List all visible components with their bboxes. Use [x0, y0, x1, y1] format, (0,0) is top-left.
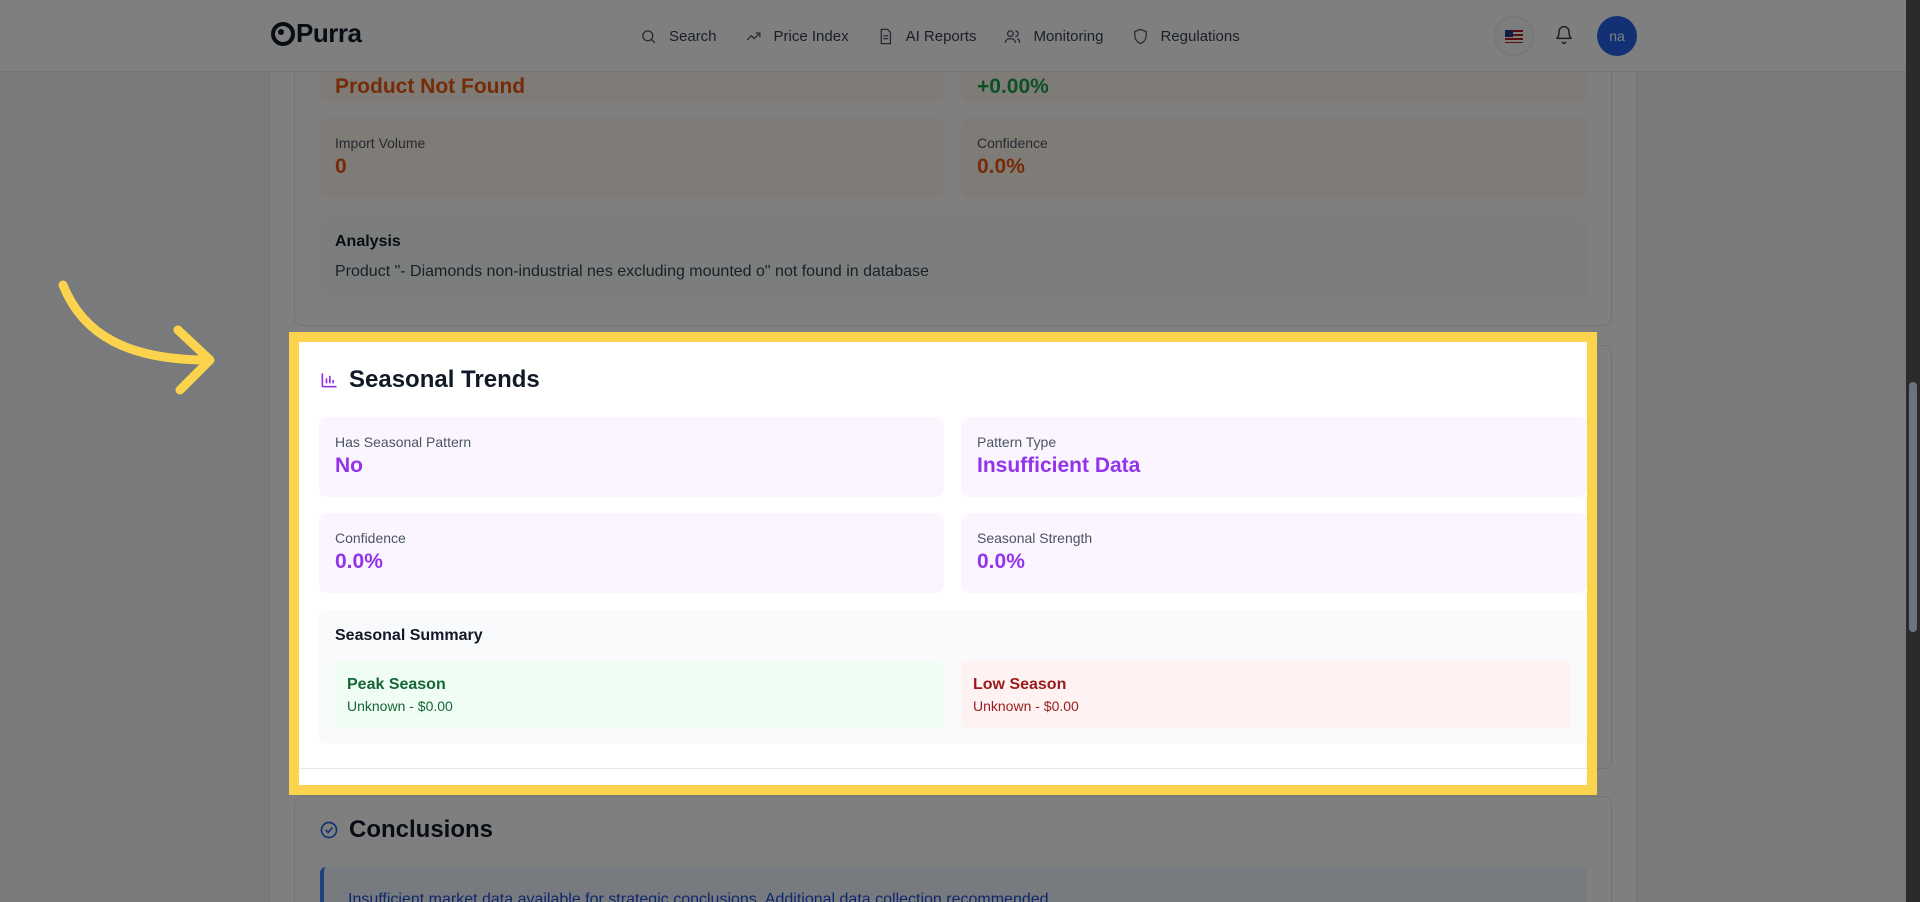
import-volume-value: 0: [335, 155, 347, 178]
users-icon: [1005, 29, 1021, 43]
import-volume-box: Import Volume 0: [319, 118, 944, 198]
user-avatar[interactable]: na: [1597, 16, 1637, 56]
market-confidence-box: Confidence 0.0%: [961, 118, 1587, 198]
logo-text: Purra: [296, 18, 362, 48]
scrollbar-thumb[interactable]: [1909, 382, 1917, 632]
nav-regulations-label: Regulations: [1160, 27, 1240, 45]
nav-price-index[interactable]: Price Index: [745, 28, 849, 45]
check-circle-icon: [320, 821, 338, 839]
nav-ai-reports[interactable]: AI Reports: [877, 27, 977, 45]
search-icon: [642, 29, 656, 43]
analysis-text: Product "- Diamonds non-industrial nes e…: [335, 263, 929, 280]
logo-icon: [271, 21, 295, 46]
nav-ai-reports-label: AI Reports: [905, 27, 977, 45]
page-scrollbar[interactable]: [1906, 0, 1920, 902]
logo[interactable]: Purra: [271, 18, 362, 49]
highlight-frame: [289, 332, 1597, 795]
notifications-button[interactable]: [1554, 25, 1576, 47]
conclusions-title: Conclusions: [349, 816, 494, 843]
language-selector-button[interactable]: [1494, 16, 1534, 56]
bell-icon: [1556, 25, 1572, 45]
us-flag-icon: [1505, 29, 1523, 43]
conclusions-callout: Insufficient market data available for s…: [320, 867, 1587, 902]
price-change-value: +0.00%: [977, 75, 1049, 98]
nav-search[interactable]: Search: [640, 28, 717, 45]
analysis-title: Analysis: [335, 233, 401, 250]
import-volume-label: Import Volume: [335, 135, 426, 151]
nav-monitoring-label: Monitoring: [1033, 27, 1104, 45]
nav-regulations[interactable]: Regulations: [1132, 28, 1240, 45]
main-nav: Search Price Index AI Reports Monitoring…: [640, 0, 1240, 72]
nav-search-label: Search: [669, 27, 717, 45]
document-icon: [880, 28, 891, 44]
nav-price-index-label: Price Index: [773, 27, 849, 45]
top-navbar: Purra Search Price Index AI Reports Moni…: [0, 0, 1906, 72]
market-confidence-value: 0.0%: [977, 155, 1025, 178]
conclusions-heading: Conclusions: [319, 816, 493, 844]
market-confidence-label: Confidence: [977, 135, 1048, 151]
product-status-value: Product Not Found: [335, 75, 526, 98]
trending-up-icon: [746, 31, 761, 40]
pointer-arrow-icon: [58, 280, 215, 395]
shield-icon: [1133, 28, 1147, 44]
nav-monitoring[interactable]: Monitoring: [1004, 27, 1104, 45]
analysis-box: Analysis Product "- Diamonds non-industr…: [319, 216, 1587, 298]
